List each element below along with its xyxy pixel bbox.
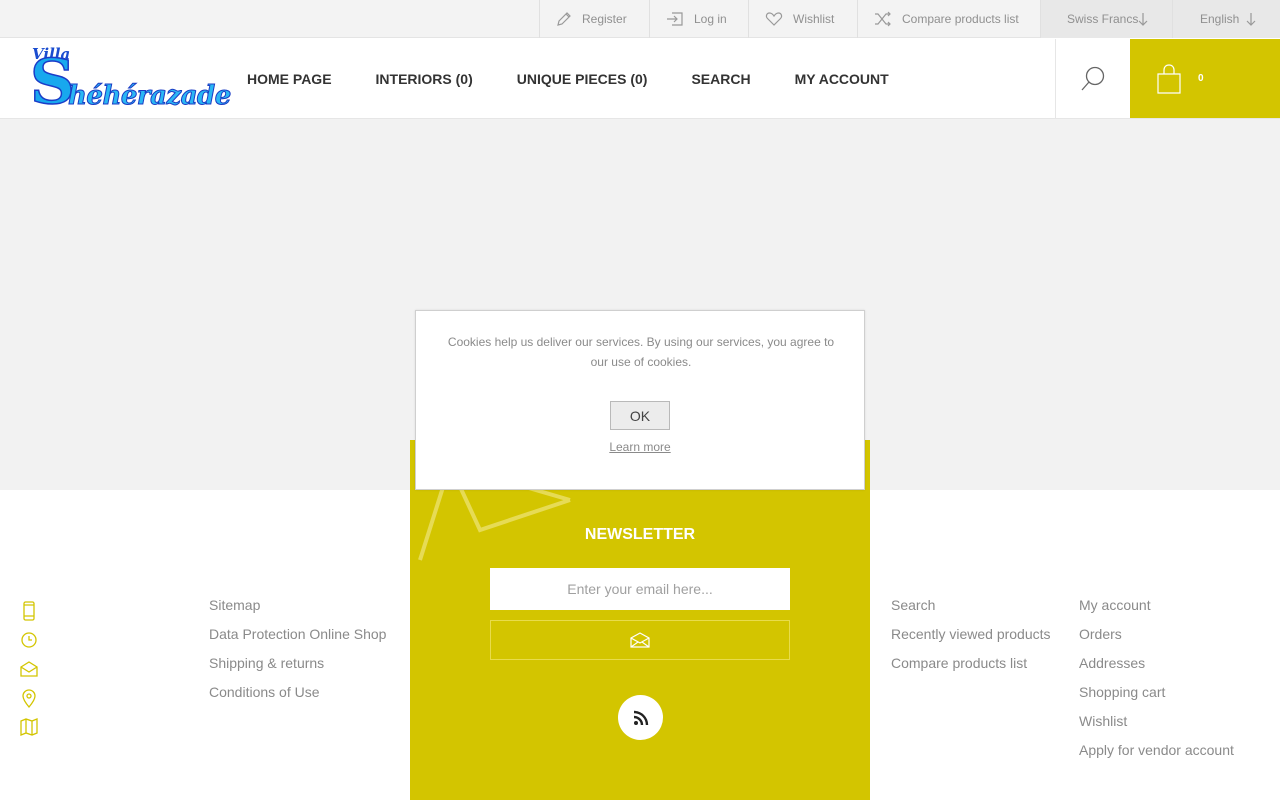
nav-my-account[interactable]: MY ACCOUNT [795, 71, 889, 87]
register-label: Register [582, 12, 627, 26]
compare-products-link[interactable]: Compare products list [857, 0, 1040, 38]
shopping-cart-button[interactable]: 0 [1130, 39, 1280, 118]
shopping-bag-icon [1157, 63, 1181, 94]
footer-link-apply-vendor[interactable]: Apply for vendor account [1079, 741, 1234, 770]
language-selector[interactable]: English [1172, 0, 1280, 38]
wishlist-link[interactable]: Wishlist [748, 0, 857, 38]
mail-icon [20, 660, 38, 677]
rss-icon [633, 710, 648, 725]
arrow-down-icon [1246, 13, 1256, 26]
nav-interiors[interactable]: INTERIORS (0) [376, 71, 473, 87]
mobile-icon [23, 600, 35, 621]
compare-label: Compare products list [902, 12, 1019, 26]
heart-icon [765, 12, 783, 26]
nav-unique-pieces[interactable]: UNIQUE PIECES (0) [517, 71, 648, 87]
footer-link-data-protection[interactable]: Data Protection Online Shop [209, 625, 386, 654]
nav-home-page[interactable]: HOME PAGE [247, 71, 332, 87]
footer-my-account-links: My account Orders Addresses Shopping car… [1079, 596, 1234, 770]
login-link[interactable]: Log in [649, 0, 748, 38]
location-icon [22, 688, 36, 708]
footer-link-conditions-of-use[interactable]: Conditions of Use [209, 683, 386, 712]
login-icon [667, 12, 683, 26]
site-logo[interactable]: Villa S héhérazade [28, 43, 232, 115]
footer-information-links: Sitemap Data Protection Online Shop Ship… [209, 596, 386, 712]
wishlist-label: Wishlist [793, 12, 835, 26]
search-button[interactable] [1055, 39, 1130, 118]
footer-link-shipping-returns[interactable]: Shipping & returns [209, 654, 386, 683]
pencil-icon [557, 12, 571, 26]
search-icon [1081, 66, 1105, 90]
footer-link-orders[interactable]: Orders [1079, 625, 1234, 654]
envelope-icon [630, 632, 650, 648]
footer-link-search[interactable]: Search [891, 596, 1051, 625]
newsletter-title: NEWSLETTER [584, 526, 696, 543]
language-label: English [1200, 12, 1240, 26]
register-link[interactable]: Register [539, 0, 649, 38]
footer-link-recently-viewed[interactable]: Recently viewed products [891, 625, 1051, 654]
shuffle-icon [875, 11, 891, 27]
footer-link-addresses[interactable]: Addresses [1079, 654, 1234, 683]
cookie-learn-more-link[interactable]: Learn more [416, 440, 864, 454]
newsletter-subscribe-button[interactable] [490, 620, 790, 660]
main-nav: HOME PAGE INTERIORS (0) UNIQUE PIECES (0… [247, 39, 933, 118]
cookie-ok-button[interactable]: OK [610, 401, 670, 430]
newsletter-block: NEWSLETTER [410, 440, 870, 800]
logo-name-text: héhérazade [68, 81, 232, 112]
footer-link-sitemap[interactable]: Sitemap [209, 596, 386, 625]
rss-button[interactable] [618, 695, 663, 740]
footer-link-wishlist[interactable]: Wishlist [1079, 712, 1234, 741]
map-icon [20, 717, 38, 736]
footer-link-compare-products[interactable]: Compare products list [891, 654, 1051, 683]
footer-link-my-account[interactable]: My account [1079, 596, 1234, 625]
currency-label: Swiss Francs [1067, 12, 1139, 26]
currency-selector[interactable]: Swiss Francs [1040, 0, 1172, 38]
footer-link-shopping-cart[interactable]: Shopping cart [1079, 683, 1234, 712]
newsletter-email-input[interactable] [490, 568, 790, 610]
login-label: Log in [694, 12, 727, 26]
contact-icons [20, 596, 38, 741]
cart-count: 0 [1198, 73, 1204, 84]
cookie-consent-dialog: Cookies help us deliver our services. By… [415, 310, 865, 490]
arrow-down-icon [1138, 13, 1148, 26]
footer-customer-service-links: Search Recently viewed products Compare … [891, 596, 1051, 683]
cookie-message: Cookies help us deliver our services. By… [447, 335, 835, 369]
top-bar: Register Log in Wishlist Compare product… [0, 0, 1280, 38]
header: Villa S héhérazade HOME PAGE INTERIORS (… [0, 39, 1280, 119]
nav-search[interactable]: SEARCH [691, 71, 750, 87]
clock-icon [21, 631, 37, 648]
